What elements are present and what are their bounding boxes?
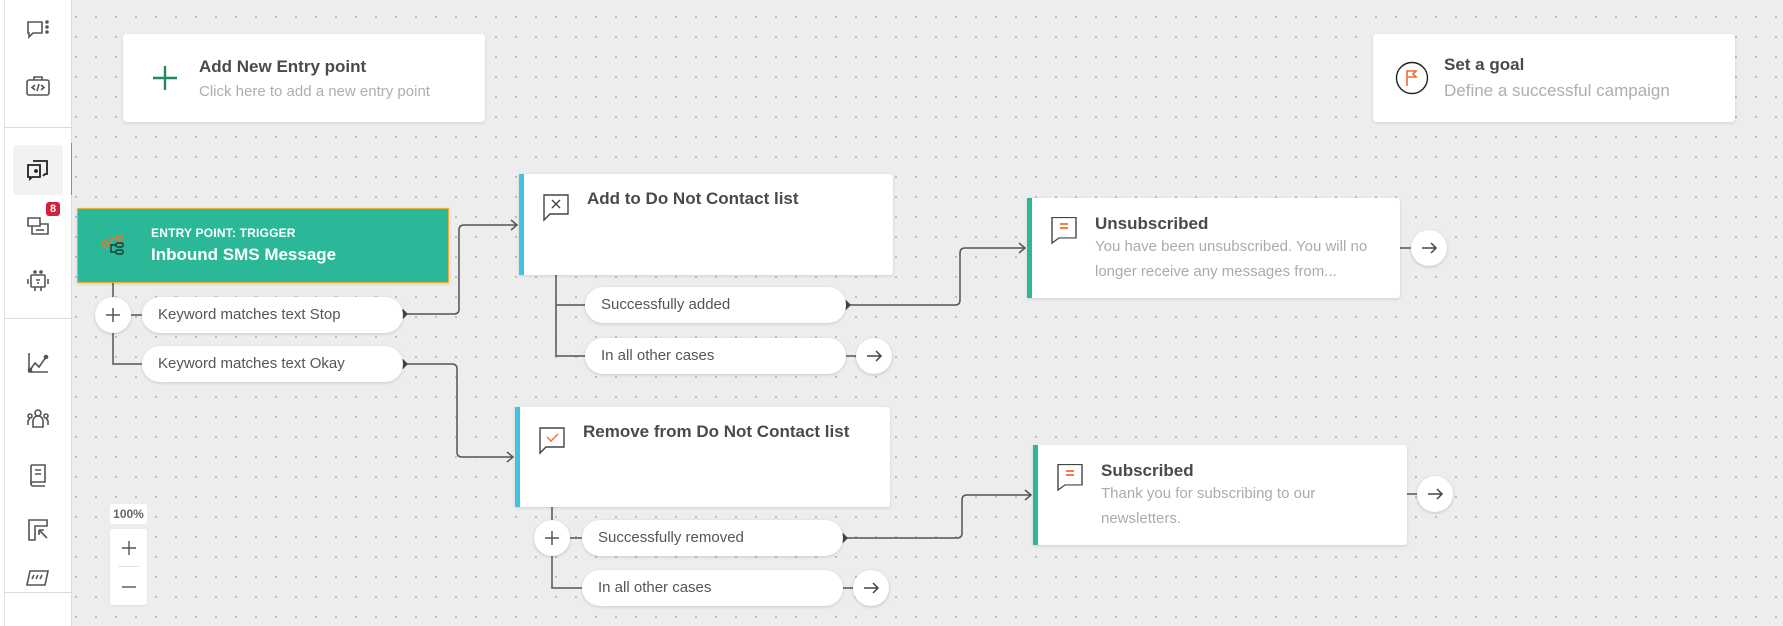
node-description: Thank you for subscribing to our newslet… [1101, 485, 1316, 527]
node-accent-bar [519, 174, 524, 275]
branch-keyword-stop[interactable]: Keyword matches text Stop [142, 297, 403, 333]
node-add-to-dnc[interactable]: Add to Do Not Contact list [519, 174, 893, 275]
code-briefcase-icon [26, 76, 50, 96]
continue-button[interactable] [1417, 476, 1453, 512]
node-title: Remove from Do Not Contact list [583, 422, 850, 441]
zoom-level: 100% [110, 504, 147, 524]
node-remove-from-dnc[interactable]: Remove from Do Not Contact list [515, 407, 890, 507]
billing-icon [26, 570, 49, 586]
node-title: Unsubscribed [1095, 214, 1209, 233]
notification-badge: 8 [46, 202, 60, 216]
branch-successfully-added[interactable]: Successfully added [585, 287, 846, 323]
sidebar-divider [4, 127, 71, 128]
sidebar-item-developer[interactable] [13, 61, 63, 111]
plus-icon [545, 531, 559, 545]
entry-kicker: ENTRY POINT: TRIGGER [151, 226, 296, 240]
arrow-right-icon [1428, 488, 1444, 500]
sidebar-item-selection[interactable] [13, 505, 63, 555]
branch-other-cases[interactable]: In all other cases [582, 570, 843, 606]
node-title: Subscribed [1101, 461, 1194, 480]
chart-line-icon [27, 353, 49, 373]
node-unsubscribed[interactable]: Unsubscribed You have been unsubscribed.… [1027, 198, 1400, 298]
sidebar: 8 [0, 0, 74, 626]
people-icon [27, 409, 49, 428]
add-entry-point-card[interactable]: Add New Entry point Click here to add a … [123, 34, 485, 122]
add-branch-button[interactable] [534, 520, 570, 556]
book-icon [30, 464, 46, 487]
sidebar-item-conversations[interactable] [13, 5, 63, 55]
sidebar-edge [4, 0, 5, 626]
zoom-in-button[interactable] [110, 529, 147, 566]
add-branch-button[interactable] [95, 297, 131, 333]
sms-message-icon [1057, 463, 1083, 492]
entry-point-trigger-node[interactable]: ENTRY POINT: TRIGGER Inbound SMS Message [77, 208, 449, 283]
entry-name: Inbound SMS Message [151, 245, 337, 264]
zoom-out-button[interactable] [110, 568, 147, 605]
plus-icon [106, 308, 120, 322]
arrow-right-icon [864, 582, 880, 594]
minus-icon [121, 585, 136, 588]
arrow-right-icon [1422, 242, 1438, 254]
node-subscribed[interactable]: Subscribed Thank you for subscribing to … [1033, 445, 1407, 545]
trigger-flow-icon [101, 235, 124, 255]
continue-button[interactable] [856, 338, 892, 374]
sms-message-icon [1051, 216, 1077, 245]
branch-other-cases[interactable]: In all other cases [585, 338, 846, 374]
zoom-separator [118, 566, 139, 567]
node-description: You have been unsubscribed. You will no … [1095, 238, 1368, 280]
sidebar-divider [4, 318, 71, 319]
branch-keyword-okay[interactable]: Keyword matches text Okay [142, 346, 403, 382]
sidebar-divider [4, 592, 71, 593]
continue-button[interactable] [853, 570, 889, 606]
goal-title: Set a goal [1444, 55, 1525, 74]
sidebar-item-analytics[interactable] [13, 338, 63, 388]
sidebar-item-bots[interactable] [13, 256, 63, 306]
add-entry-point-subtitle: Click here to add a new entry point [199, 83, 430, 100]
plus-icon [121, 540, 136, 555]
node-accent-bar [1033, 445, 1038, 545]
node-accent-bar [515, 407, 520, 507]
robot-icon [27, 270, 49, 291]
node-accent-bar [1027, 198, 1032, 298]
chat-stack-icon [27, 160, 48, 182]
goal-subtitle: Define a successful campaign [1444, 81, 1670, 100]
cursor-frame-icon [28, 519, 48, 541]
sidebar-item-campaigns[interactable] [13, 145, 63, 195]
arrow-right-icon [867, 350, 883, 362]
message-remove-icon [543, 194, 569, 222]
continue-button[interactable] [1411, 230, 1447, 266]
node-title: Add to Do Not Contact list [587, 189, 799, 208]
add-entry-point-title: Add New Entry point [199, 57, 367, 76]
messages-icon [27, 217, 49, 235]
sidebar-item-library[interactable] [13, 450, 63, 500]
chat-menu-icon [27, 20, 49, 39]
zoom-controls [110, 529, 147, 605]
flag-goal-icon [1395, 61, 1429, 95]
sidebar-item-inbox[interactable]: 8 [13, 201, 63, 251]
plus-icon [153, 66, 177, 90]
set-goal-card[interactable]: Set a goal Define a successful campaign [1373, 34, 1735, 122]
branch-successfully-removed[interactable]: Successfully removed [582, 520, 843, 556]
message-check-icon [539, 427, 565, 455]
sidebar-item-contacts[interactable] [13, 394, 63, 444]
sidebar-item-more[interactable] [13, 561, 63, 589]
